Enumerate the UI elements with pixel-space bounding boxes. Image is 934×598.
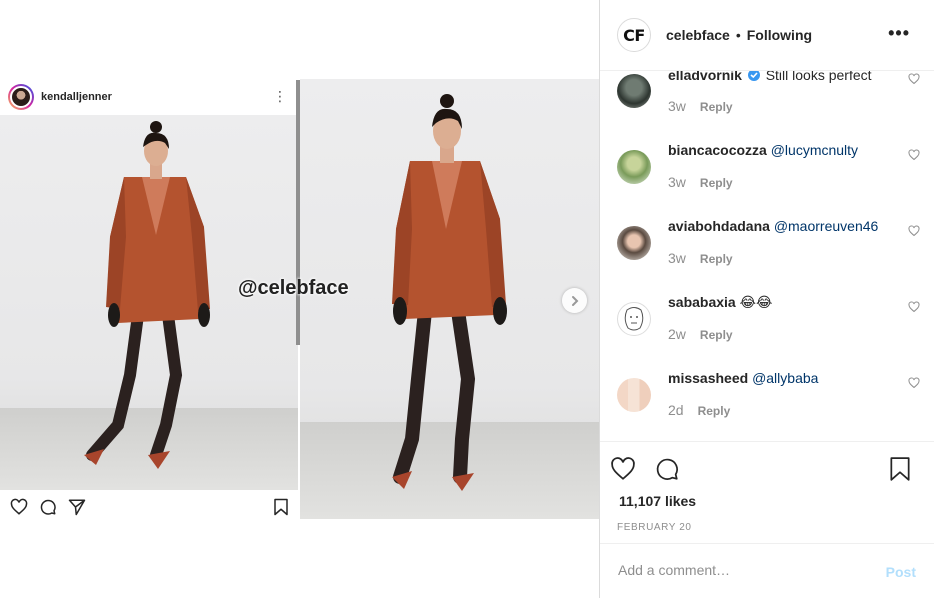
heart-icon: [10, 498, 28, 515]
instagram-post-view: kendalljenner ⋮ @celebface CF celebface …: [0, 0, 934, 598]
reply-button[interactable]: Reply: [698, 404, 731, 418]
heart-icon[interactable]: [908, 301, 920, 313]
post-media[interactable]: kendalljenner ⋮ @celebface: [0, 0, 599, 598]
share-icon: [68, 499, 86, 516]
comment-mention[interactable]: @lucymcnulty: [771, 142, 858, 158]
post-date: FEBRUARY 20: [617, 522, 692, 533]
heart-icon[interactable]: [908, 149, 920, 161]
comment-text: Still looks perfect: [765, 71, 872, 83]
comment-username[interactable]: biancacocozza: [668, 142, 767, 158]
embedded-avatar: [8, 84, 34, 110]
bookmark-icon: [274, 498, 288, 516]
embedded-post-actions: [0, 490, 298, 520]
comment-age: 3w: [668, 98, 686, 114]
more-horizontal-icon[interactable]: •••: [888, 24, 910, 42]
woman-in-blazer-figure: [84, 121, 210, 469]
embedded-username: kendalljenner: [41, 91, 112, 103]
post-info-panel: CF celebface • Following ••• elladvornik…: [599, 0, 934, 598]
chevron-right-icon: [571, 295, 578, 306]
comment-mention[interactable]: @allybaba: [752, 370, 818, 386]
avatar[interactable]: [617, 226, 651, 260]
photo-divider: [296, 80, 300, 345]
heart-icon[interactable]: [610, 456, 636, 482]
comment-username[interactable]: elladvornik: [668, 71, 742, 83]
comment-age: 3w: [668, 174, 686, 190]
comment-age: 2d: [668, 402, 684, 418]
comment-age: 2w: [668, 326, 686, 342]
following-button[interactable]: Following: [747, 27, 812, 43]
header-username[interactable]: celebface: [666, 27, 730, 43]
avatar[interactable]: [617, 378, 651, 412]
avatar[interactable]: [617, 150, 651, 184]
avatar[interactable]: CF: [617, 18, 651, 52]
comment-username[interactable]: missasheed: [668, 370, 748, 386]
heart-icon[interactable]: [908, 225, 920, 237]
comment-username[interactable]: aviabohdadana: [668, 218, 770, 234]
reply-button[interactable]: Reply: [700, 328, 733, 342]
bookmark-icon[interactable]: [887, 456, 913, 482]
embedded-post-photo: [0, 115, 298, 490]
embedded-post-header: kendalljenner ⋮: [0, 79, 298, 115]
watermark-text: @celebface: [238, 277, 349, 299]
comment-mention[interactable]: @maorreuven46: [774, 218, 879, 234]
comment-icon[interactable]: [654, 456, 680, 482]
post-actions: 11,107 likes FEBRUARY 20: [600, 441, 934, 543]
comment-text: 😂😂: [739, 294, 773, 310]
reply-button[interactable]: Reply: [700, 176, 733, 190]
post-header: CF celebface • Following •••: [600, 0, 934, 71]
more-vertical-icon: ⋮: [273, 88, 287, 104]
list-item: biancacocozza @lucymcnulty 3w Reply: [600, 136, 934, 212]
header-separator: •: [735, 27, 741, 43]
carousel-next-button[interactable]: [562, 288, 587, 313]
post-button[interactable]: Post: [886, 564, 916, 580]
comment-username[interactable]: sababaxia: [668, 294, 736, 310]
verified-badge-icon: [747, 71, 760, 81]
comment-age: 3w: [668, 250, 686, 266]
likes-count[interactable]: 11,107 likes: [619, 493, 696, 509]
face-sketch-icon: [624, 307, 644, 331]
comment-form: Post: [600, 543, 934, 598]
list-item: elladvornik Still looks perfect 3w Reply: [600, 71, 934, 136]
list-item: sababaxia 😂😂 2w Reply: [600, 288, 934, 364]
comments-list[interactable]: elladvornik Still looks perfect 3w Reply …: [600, 71, 934, 441]
comment-icon: [40, 499, 56, 515]
avatar[interactable]: [617, 74, 651, 108]
reply-button[interactable]: Reply: [700, 252, 733, 266]
list-item: aviabohdadana @maorreuven46 3w Reply: [600, 212, 934, 288]
heart-icon[interactable]: [908, 73, 920, 85]
heart-icon[interactable]: [908, 377, 920, 389]
reply-button[interactable]: Reply: [700, 100, 733, 114]
list-item: missasheed @allybaba 2d Reply: [600, 364, 934, 440]
comment-input[interactable]: [618, 562, 868, 578]
avatar[interactable]: [617, 302, 651, 336]
